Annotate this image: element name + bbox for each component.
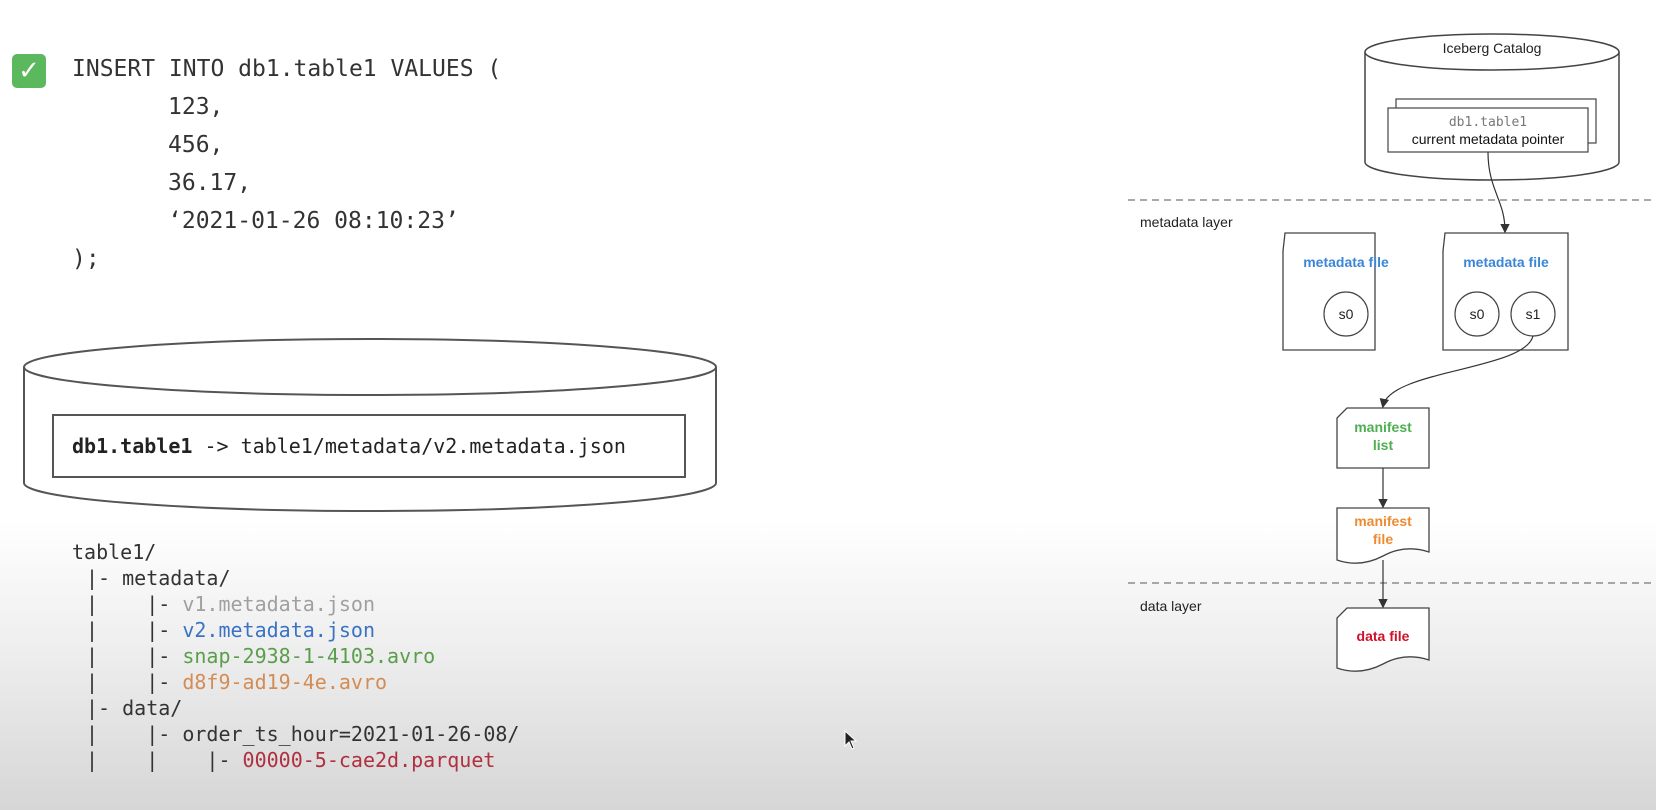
tree-row-manifest: | |- d8f9-ad19-4e.avro (86, 670, 387, 694)
tree-file-v2-metadata: v2.metadata.json (182, 618, 375, 642)
tree-file-manifest-list: snap-2938-1-4103.avro (182, 644, 436, 668)
catalog-pointer-path: -> table1/metadata/v2.metadata.json (192, 434, 626, 458)
manifest-list-label-1: manifest (1354, 419, 1412, 435)
snapshot-s0-label: s0 (1470, 306, 1485, 322)
manifest-file-label-1: manifest (1354, 513, 1412, 529)
tree-branch: | |- (86, 618, 183, 642)
sql-line-close: ); (72, 246, 100, 272)
tree-branch: | |- (86, 644, 183, 668)
tree-row-snap: | |- snap-2938-1-4103.avro (86, 644, 435, 668)
sql-line-value-1: 123, (168, 94, 224, 120)
snapshot-s0-label: s0 (1339, 306, 1354, 322)
metadata-file-1 (1282, 232, 1376, 351)
sql-line-value-3: 36.17, (168, 170, 252, 196)
sql-line-value-4: ‘2021-01-26 08:10:23’ (168, 208, 459, 234)
tree-branch: | |- (86, 592, 183, 616)
metadata-file-1-label: metadata file (1303, 254, 1389, 270)
data-file-label: data file (1357, 628, 1410, 644)
cursor-icon (844, 730, 858, 750)
catalog-pointer-box: db1.table1 -> table1/metadata/v2.metadat… (52, 414, 686, 478)
sql-line-value-2: 456, (168, 132, 224, 158)
tree-metadata-dir: |- metadata/ (86, 566, 231, 590)
catalog-title: Iceberg Catalog (1443, 40, 1542, 56)
tree-partition-dir: | |- order_ts_hour=2021-01-26-08/ (86, 722, 520, 746)
data-layer-label: data layer (1140, 598, 1202, 614)
manifest-list-label-2: list (1373, 437, 1394, 453)
tree-root: table1/ (72, 540, 157, 564)
catalog-entry-pointer: current metadata pointer (1412, 131, 1565, 147)
metadata-file-2-label: metadata file (1463, 254, 1549, 270)
tree-data-dir: |- data/ (86, 696, 183, 720)
snapshot-s1-label: s1 (1526, 306, 1541, 322)
metadata-layer-label: metadata layer (1140, 214, 1233, 230)
catalog-entry-table: db1.table1 (1449, 115, 1527, 130)
sql-line-insert: INSERT INTO db1.table1 VALUES ( (72, 56, 502, 82)
tree-row-v2: | |- v2.metadata.json (86, 618, 375, 642)
manifest-file-label-2: file (1373, 531, 1393, 547)
tree-row-v1: | |- v1.metadata.json (86, 592, 375, 616)
tree-branch: | |- (86, 670, 183, 694)
catalog-table-name: db1.table1 (72, 434, 193, 458)
check-icon: ✓ (12, 54, 46, 88)
iceberg-architecture-diagram: Iceberg Catalog db1.table1 current metad… (1128, 33, 1656, 672)
tree-file-manifest: d8f9-ad19-4e.avro (182, 670, 388, 694)
tree-file-parquet: 00000-5-cae2d.parquet (242, 748, 496, 772)
tree-row-parquet: | | |- 00000-5-cae2d.parquet (86, 748, 495, 772)
tree-branch: | | |- (86, 748, 243, 772)
tree-file-v1-metadata: v1.metadata.json (182, 592, 375, 616)
metadata-file-2 (1442, 232, 1569, 351)
